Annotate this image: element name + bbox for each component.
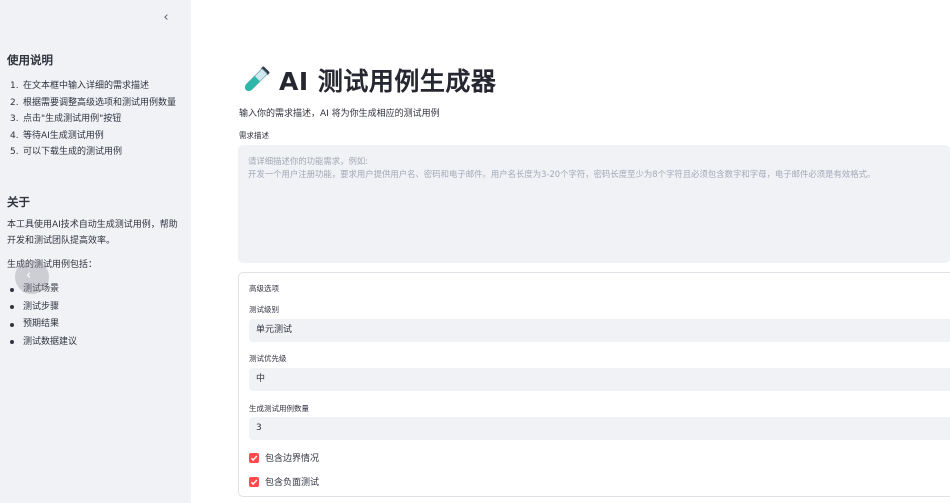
- list-item: 4. 等待AI生成测试用例: [10, 130, 104, 141]
- boundary-checkbox-label: 包含边界情况: [265, 454, 320, 464]
- list-item: 2. 根据需要调整高级选项和测试用例数量: [10, 97, 177, 108]
- instructions-heading: 使用说明: [7, 53, 53, 67]
- collapse-sidebar-icon[interactable]: ‹: [158, 10, 174, 26]
- about-text: 本工具使用AI技术自动生成测试用例，帮助开发和测试团队提高效率。: [7, 220, 178, 246]
- negative-checkbox-row[interactable]: 包含负面测试: [249, 475, 319, 488]
- page-subtitle: 输入你的需求描述，AI 将为你生成相应的测试用例: [239, 109, 440, 119]
- case-count-input[interactable]: 3: [249, 417, 950, 440]
- advanced-options-title[interactable]: 高级选项: [249, 283, 279, 294]
- chevron-left-icon: ‹: [26, 268, 32, 283]
- negative-checkbox-label: 包含负面测试: [265, 478, 320, 488]
- sidebar: ‹ 使用说明 1. 在文本框中输入详细的需求描述 2. 根据需要调整高级选项和测试用…: [0, 0, 191, 503]
- scroll-overlay-button[interactable]: [15, 260, 49, 294]
- test-priority-select[interactable]: 中: [249, 368, 950, 391]
- list-item: 测试步骤: [7, 299, 77, 317]
- case-count-label: 生成测试用例数量: [249, 404, 309, 413]
- boundary-checkbox-row[interactable]: 包含边界情况: [249, 451, 319, 464]
- about-heading: 关于: [7, 195, 30, 209]
- test-level-select[interactable]: 单元测试: [249, 319, 950, 342]
- includes-list: 测试场景 测试步骤 预期结果 测试数据建议: [7, 281, 77, 351]
- list-item: 预期结果: [7, 316, 77, 334]
- page-header: AI 测试用例生成器: [239, 62, 496, 98]
- requirement-textarea[interactable]: 请详细描述你的功能需求，例如: 开发一个用户注册功能，要求用户提供用户名、密码和…: [238, 145, 950, 263]
- test-tube-icon: [244, 66, 270, 92]
- boundary-checkbox[interactable]: [249, 452, 259, 463]
- requirement-label: 需求描述: [239, 131, 269, 140]
- test-level-label: 测试级别: [249, 305, 279, 314]
- instructions-list: 1. 在文本框中输入详细的需求描述 2. 根据需要调整高级选项和测试用例数量 3. 点…: [7, 78, 185, 161]
- test-priority-label: 测试优先级: [249, 354, 287, 363]
- negative-checkbox[interactable]: [249, 476, 259, 487]
- list-item: 测试数据建议: [7, 334, 77, 352]
- list-item: 3. 点击"生成测试用例"按钮: [10, 114, 122, 124]
- list-item: 1. 在文本框中输入详细的需求描述: [10, 81, 150, 91]
- page-title: AI 测试用例生成器: [279, 67, 497, 96]
- advanced-options-panel: 高级选项 测试级别 单元测试 测试优先级 中 生成测试用例数量 3 包含边界情况…: [238, 272, 950, 497]
- list-item: 5. 可以下载生成的测试用例: [10, 147, 123, 157]
